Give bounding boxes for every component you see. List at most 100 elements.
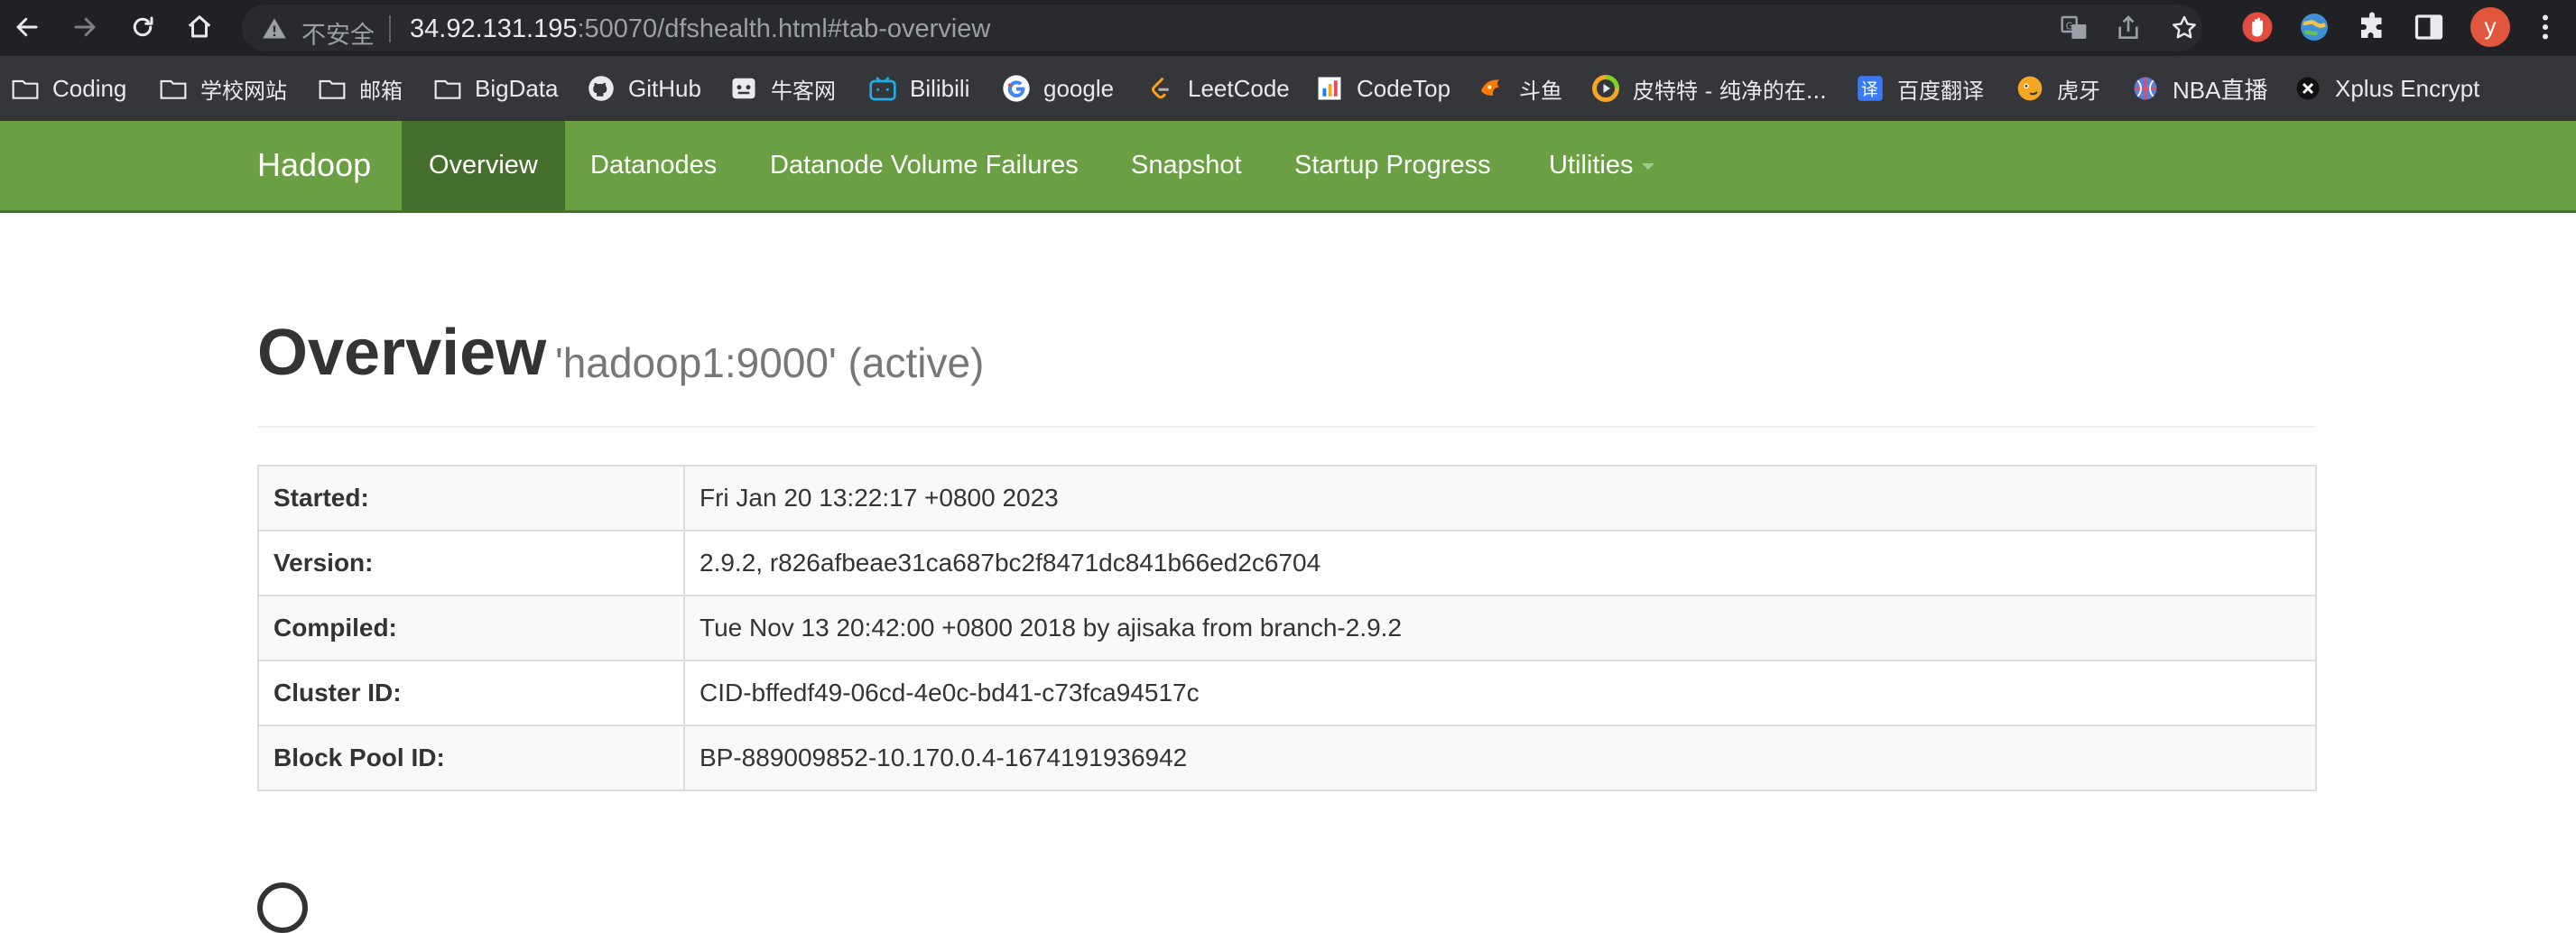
nav-datanodes[interactable]: Datanodes bbox=[563, 121, 744, 210]
bookmark-pitt[interactable]: 皮特特 - 纯净的在... bbox=[1591, 69, 1827, 108]
extensions-puzzle-icon[interactable] bbox=[2356, 11, 2388, 43]
side-panel-icon[interactable] bbox=[2413, 11, 2445, 43]
bookmark-star-icon[interactable] bbox=[2170, 14, 2199, 42]
xplus-icon bbox=[2293, 74, 2322, 103]
globe-extension-icon[interactable] bbox=[2298, 11, 2330, 43]
table-row: Started: Fri Jan 20 13:22:17 +0800 2023 bbox=[257, 465, 2317, 531]
table-row: Block Pool ID: BP-889009852-10.170.0.4-1… bbox=[257, 725, 2317, 791]
huya-icon bbox=[2015, 74, 2044, 103]
nba-icon bbox=[2131, 74, 2160, 103]
bookmark-label: LeetCode bbox=[1188, 74, 1290, 102]
bookmark-label: Xplus Encrypt bbox=[2335, 74, 2480, 102]
profile-avatar[interactable]: y bbox=[2470, 7, 2510, 47]
folder-icon bbox=[433, 74, 462, 103]
bookmark-label: 学校网站 bbox=[200, 78, 287, 104]
nav-overview[interactable]: Overview bbox=[402, 121, 565, 210]
next-section-heading-partial bbox=[257, 882, 308, 933]
bookmark-label: BigData bbox=[475, 74, 559, 102]
bookmark-codetop[interactable]: CodeTop bbox=[1315, 69, 1450, 108]
bookmark-nowcoder[interactable]: 牛客网 bbox=[729, 69, 836, 108]
nowcoder-icon bbox=[729, 74, 758, 103]
codetop-icon bbox=[1315, 74, 1344, 103]
address-bar[interactable]: 不安全 34.92.131.195:50070/dfshealth.html#t… bbox=[242, 5, 2202, 51]
share-icon[interactable] bbox=[2114, 14, 2143, 42]
row-key: Block Pool ID: bbox=[257, 725, 685, 791]
bookmark-label: 虎牙 bbox=[2057, 78, 2100, 104]
bookmark-label: NBA直播 bbox=[2173, 76, 2268, 104]
douyu-icon bbox=[1478, 74, 1506, 103]
bookmark-google[interactable]: google bbox=[1002, 69, 1114, 108]
row-key: Version: bbox=[257, 530, 685, 596]
namenode-subtitle: 'hadoop1:9000' (active) bbox=[555, 339, 985, 386]
table-row: Compiled: Tue Nov 13 20:42:00 +0800 2018… bbox=[257, 595, 2317, 661]
forward-arrow-icon bbox=[74, 17, 96, 37]
brand-logo[interactable]: Hadoop bbox=[257, 146, 371, 184]
reload-icon bbox=[133, 16, 153, 37]
row-value: Tue Nov 13 20:42:00 +0800 2018 by ajisak… bbox=[683, 595, 2317, 661]
nav-utilities-dropdown[interactable]: Utilities bbox=[1522, 121, 1682, 210]
nav-startup-progress[interactable]: Startup Progress bbox=[1267, 121, 1518, 210]
browser-toolbar: 不安全 34.92.131.195:50070/dfshealth.html#t… bbox=[0, 0, 2576, 56]
bookmark-folder-bigdata[interactable]: BigData bbox=[433, 69, 559, 108]
bookmark-nba[interactable]: NBA直播 bbox=[2131, 69, 2267, 108]
bookmark-douyu[interactable]: 斗鱼 bbox=[1478, 69, 1562, 108]
home-button[interactable] bbox=[178, 5, 221, 49]
table-row: Version: 2.9.2, r826afbeae31ca687bc2f847… bbox=[257, 530, 2317, 596]
row-key: Started: bbox=[257, 465, 685, 531]
folder-icon bbox=[318, 74, 347, 103]
nav-snapshot[interactable]: Snapshot bbox=[1104, 121, 1269, 210]
bookmark-label: 百度翻译 bbox=[1897, 78, 1984, 104]
adblock-extension-icon[interactable] bbox=[2241, 11, 2274, 43]
bookmark-folder-coding[interactable]: Coding bbox=[11, 69, 126, 108]
row-value: BP-889009852-10.170.0.4-1674191936942 bbox=[683, 725, 2317, 791]
bookmarks-bar: Coding 学校网站 邮箱 BigData GitHub 牛客网 Bilibi… bbox=[0, 56, 2576, 122]
bookmark-label: 斗鱼 bbox=[1519, 78, 1562, 104]
url-text: 34.92.131.195:50070/dfshealth.html#tab-o… bbox=[410, 14, 990, 44]
bookmark-label: Coding bbox=[52, 74, 127, 102]
table-row: Cluster ID: CID-bffedf49-06cd-4e0c-bd41-… bbox=[257, 660, 2317, 726]
nav-datanode-volume-failures[interactable]: Datanode Volume Failures bbox=[743, 121, 1106, 210]
google-icon bbox=[1002, 74, 1031, 103]
folder-icon bbox=[11, 74, 40, 103]
row-value: Fri Jan 20 13:22:17 +0800 2023 bbox=[683, 465, 2317, 531]
reload-button[interactable] bbox=[121, 5, 164, 49]
row-value: 2.9.2, r826afbeae31ca687bc2f8471dc841b66… bbox=[683, 530, 2317, 596]
warning-icon bbox=[263, 18, 286, 39]
bookmark-label: 皮特特 - 纯净的在... bbox=[1633, 78, 1827, 104]
bookmark-folder-mail[interactable]: 邮箱 bbox=[318, 69, 403, 108]
bookmark-github[interactable]: GitHub bbox=[587, 69, 701, 108]
bookmark-label: 牛客网 bbox=[771, 78, 836, 104]
bookmark-leetcode[interactable]: LeetCode bbox=[1146, 69, 1290, 108]
svg-text:G: G bbox=[2066, 20, 2073, 32]
row-key: Cluster ID: bbox=[257, 660, 685, 726]
bookmark-folder-school[interactable]: 学校网站 bbox=[159, 69, 287, 108]
baidu-translate-icon: 译 bbox=[1856, 74, 1885, 103]
page-title: Overview bbox=[257, 317, 547, 389]
leetcode-icon bbox=[1146, 74, 1175, 103]
url-host: 34.92.131.195 bbox=[410, 14, 578, 43]
back-arrow-icon bbox=[16, 17, 38, 37]
hadoop-navbar: Hadoop Overview Datanodes Datanode Volum… bbox=[0, 121, 2576, 213]
more-menu-icon[interactable] bbox=[2529, 11, 2562, 43]
bookmark-xplus[interactable]: Xplus Encrypt bbox=[2293, 69, 2479, 108]
svg-text:译: 译 bbox=[1861, 81, 1878, 100]
back-button[interactable] bbox=[5, 5, 49, 49]
overview-header: Overview 'hadoop1:9000' (active) bbox=[257, 316, 2315, 428]
security-label: 不安全 bbox=[301, 22, 375, 50]
github-icon bbox=[587, 74, 616, 103]
row-key: Compiled: bbox=[257, 595, 685, 661]
bookmark-label: GitHub bbox=[628, 74, 701, 102]
url-path: :50070/dfshealth.html#tab-overview bbox=[577, 14, 991, 43]
row-value: CID-bffedf49-06cd-4e0c-bd41-c73fca94517c bbox=[683, 660, 2317, 726]
bookmark-bilibili[interactable]: Bilibili bbox=[868, 69, 969, 108]
pitt-icon bbox=[1591, 74, 1620, 103]
bookmark-label: google bbox=[1043, 74, 1115, 102]
bookmark-huya[interactable]: 虎牙 bbox=[2015, 69, 2100, 108]
bookmark-baidu-translate[interactable]: 译 百度翻译 bbox=[1856, 69, 1984, 108]
omnibox-divider bbox=[389, 15, 391, 42]
home-icon bbox=[188, 15, 211, 38]
folder-icon bbox=[159, 74, 188, 103]
forward-button[interactable] bbox=[63, 5, 107, 49]
overview-table: Started: Fri Jan 20 13:22:17 +0800 2023 … bbox=[257, 465, 2317, 791]
translate-icon[interactable]: G bbox=[2060, 14, 2089, 42]
